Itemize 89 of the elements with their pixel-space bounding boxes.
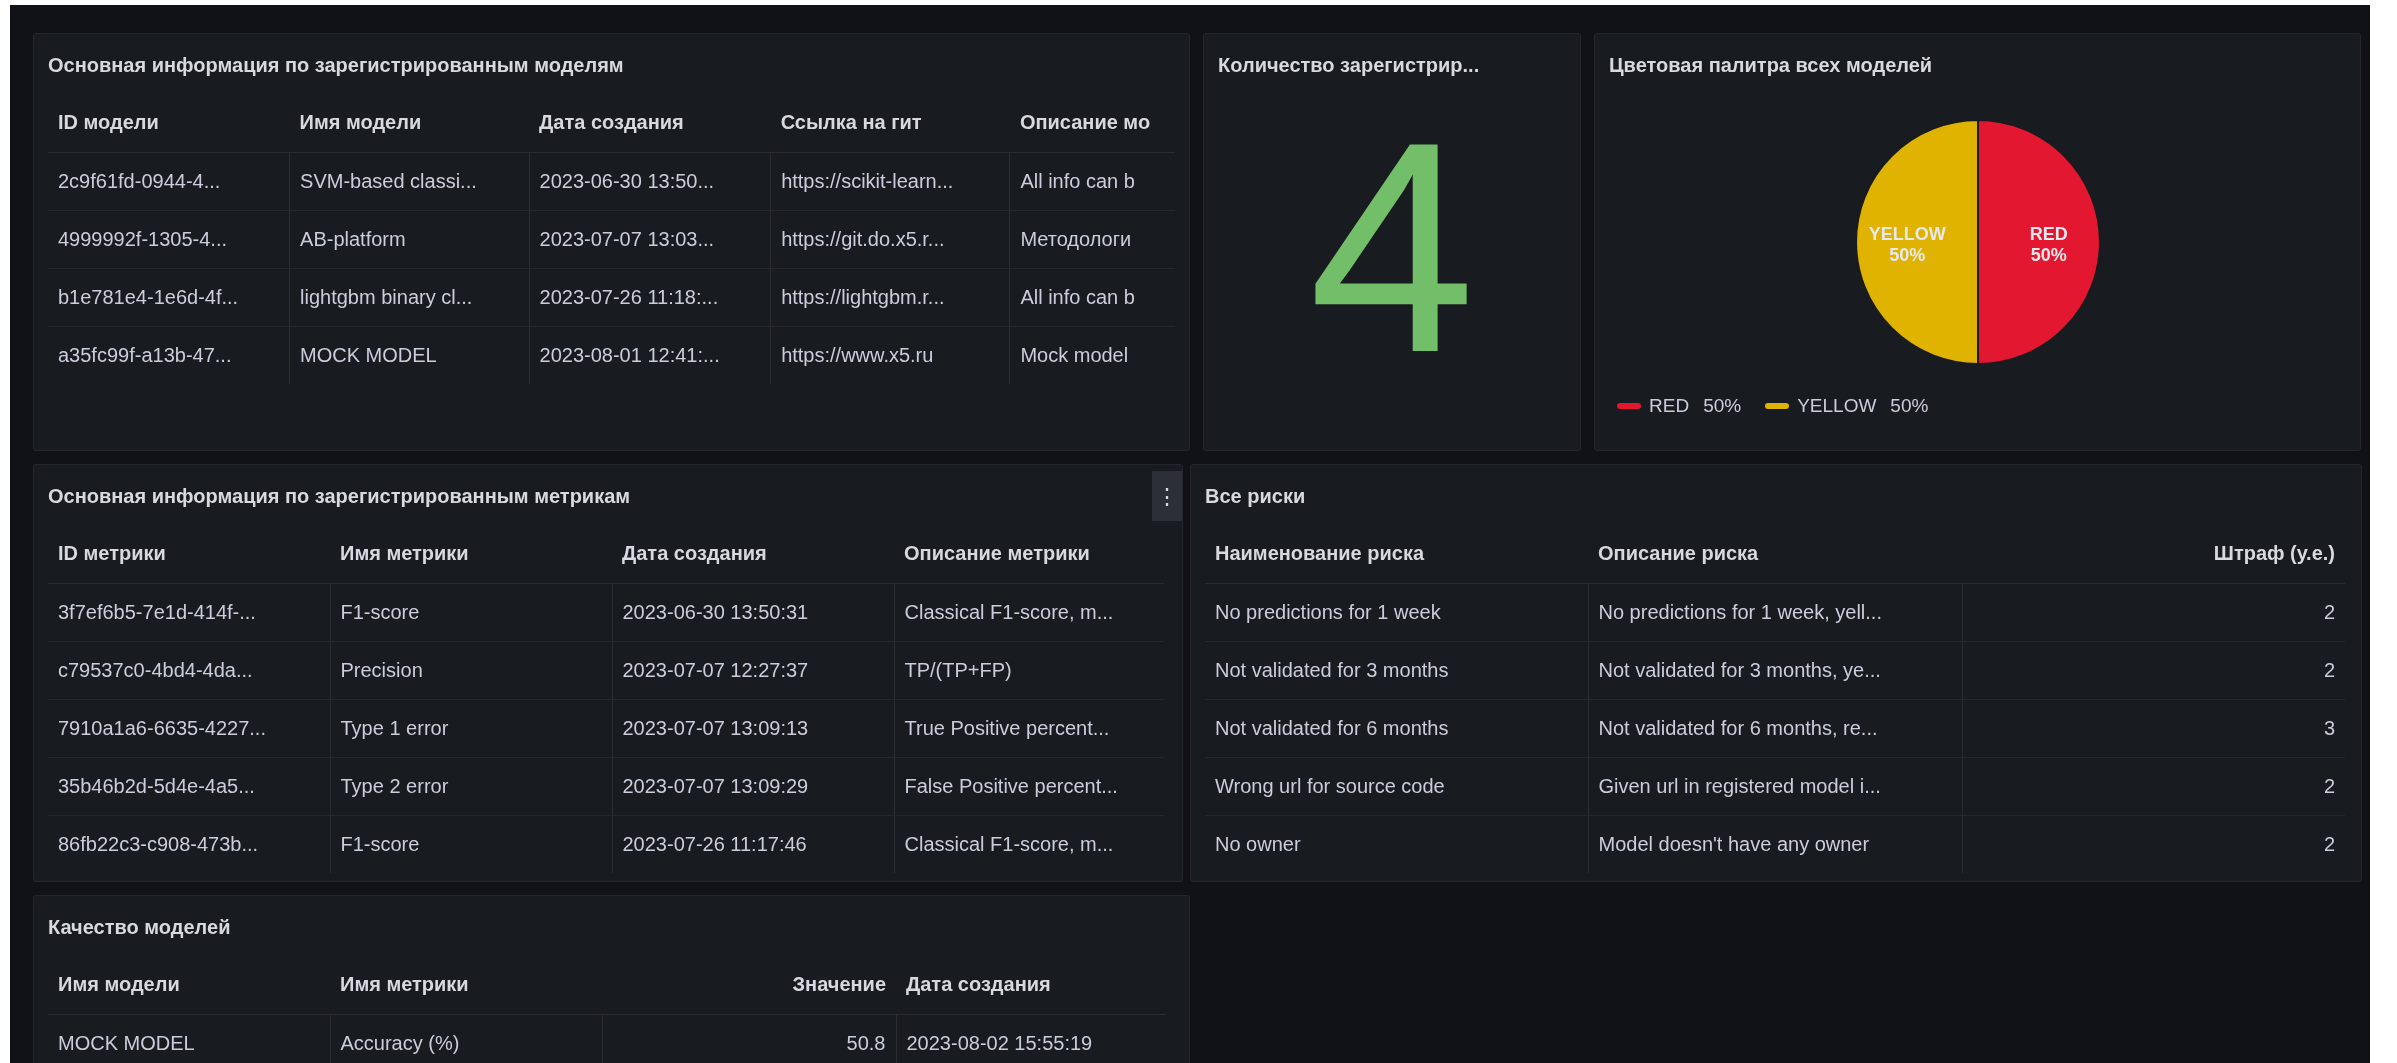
legend-value: 50%: [1703, 394, 1742, 418]
table-cell: 2: [1962, 641, 2345, 699]
column-header: Описание метрики: [894, 523, 1164, 583]
table-cell: No predictions for 1 week: [1205, 583, 1588, 641]
table-cell: 2023-07-26 11:18:...: [529, 268, 771, 326]
column-header: Значение: [602, 954, 896, 1014]
column-header: ID модели: [48, 92, 290, 152]
column-header: Штраф (у.е.): [1962, 523, 2345, 583]
stat-value: 4: [1308, 132, 1476, 362]
table-cell: All info can b: [1009, 152, 1175, 210]
table-cell: lightgbm binary cl...: [289, 268, 530, 326]
legend-value: 50%: [1890, 394, 1929, 418]
table-cell: 2023-08-02 15:55:19: [896, 1014, 1166, 1063]
column-header: Имя метрики: [330, 523, 612, 583]
column-header: ID метрики: [48, 523, 330, 583]
table-cell: 4999992f-1305-4...: [48, 210, 290, 268]
table-cell: https://www.x5.ru: [770, 326, 1010, 384]
table-cell: 3: [1962, 699, 2345, 757]
column-header: Имя метрики: [330, 954, 602, 1014]
column-header: Имя модели: [289, 92, 530, 152]
column-header: Описание мо: [1009, 92, 1175, 152]
table-cell: 2023-06-30 13:50:31: [612, 583, 894, 641]
table-cell: Model doesn't have any owner: [1588, 815, 1962, 873]
column-header: Дата создания: [612, 523, 894, 583]
table-cell: 2: [1962, 583, 2345, 641]
column-header: Дата создания: [896, 954, 1166, 1014]
table-cell: b1e781e4-1e6d-4f...: [48, 268, 290, 326]
table-cell: 2023-07-26 11:17:46: [612, 815, 894, 873]
panel-title: Количество зарегистрир...: [1218, 54, 1480, 76]
table-cell: 86fb22c3-c908-473b...: [48, 815, 330, 873]
panel-title: Цветовая палитра всех моделей: [1609, 54, 1933, 76]
column-header: Описание риска: [1588, 523, 1962, 583]
table-cell: 2023-07-07 13:03...: [529, 210, 771, 268]
legend-label: YELLOW: [1797, 394, 1877, 418]
table-cell: Методологи: [1009, 210, 1175, 268]
table-cell: Wrong url for source code: [1205, 757, 1588, 815]
table-cell: Precision: [330, 641, 612, 699]
panel-title: Качество моделей: [48, 916, 231, 938]
table-cell: Type 2 error: [330, 757, 612, 815]
table-cell: Not validated for 3 months, ye...: [1588, 641, 1962, 699]
table-cell: Not validated for 3 months: [1205, 641, 1588, 699]
table-cell: 50.8: [602, 1014, 896, 1063]
table-cell: F1-score: [330, 815, 612, 873]
panel-menu-button[interactable]: ⋮: [1152, 471, 1182, 521]
table-cell: AB-platform: [289, 210, 530, 268]
slice-label: YELLOW 50%: [1868, 224, 1946, 265]
table-cell: a35fc99f-a13b-47...: [48, 326, 290, 384]
table-cell: Given url in registered model i...: [1588, 757, 1962, 815]
table-cell: 35b46b2d-5d4e-4a5...: [48, 757, 330, 815]
panel-title: Все риски: [1205, 485, 1306, 507]
table-cell: 2c9f61fd-0944-4...: [48, 152, 290, 210]
table-cell: Classical F1-score, m...: [894, 815, 1164, 873]
table-cell: Not validated for 6 months, re...: [1588, 699, 1962, 757]
table-cell: 2023-06-30 13:50...: [529, 152, 771, 210]
slice-label: RED 50%: [2029, 224, 2068, 265]
column-header: Имя модели: [48, 954, 330, 1014]
table-cell: MOCK MODEL: [48, 1014, 330, 1063]
table-cell: Classical F1-score, m...: [894, 583, 1164, 641]
table-cell: https://git.do.x5.r...: [770, 210, 1010, 268]
table-cell: c79537c0-4bd4-4da...: [48, 641, 330, 699]
table-cell: 3f7ef6b5-7e1d-414f-...: [48, 583, 330, 641]
table-cell: False Positive percent...: [894, 757, 1164, 815]
table-cell: https://scikit-learn...: [770, 152, 1010, 210]
table-cell: Not validated for 6 months: [1205, 699, 1588, 757]
table-cell: Type 1 error: [330, 699, 612, 757]
table-cell: MOCK MODEL: [289, 326, 530, 384]
table-cell: No predictions for 1 week, yell...: [1588, 583, 1962, 641]
table-cell: All info can b: [1009, 268, 1175, 326]
panel-title: Основная информация по зарегистрированным метрикам: [48, 485, 631, 507]
table-cell: 2023-08-01 12:41:...: [529, 326, 771, 384]
column-header: Ссылка на гит: [770, 92, 1010, 152]
table-cell: No owner: [1205, 815, 1588, 873]
table-cell: 2: [1962, 757, 2345, 815]
column-header: Наименование риска: [1205, 523, 1588, 583]
column-header: Дата создания: [529, 92, 771, 152]
table-cell: Mock model: [1009, 326, 1175, 384]
legend-label: RED: [1649, 394, 1690, 418]
table-cell: 2: [1962, 815, 2345, 873]
table-cell: True Positive percent...: [894, 699, 1164, 757]
table-cell: 7910a1a6-6635-4227...: [48, 699, 330, 757]
table-cell: F1-score: [330, 583, 612, 641]
panel-title: Основная информация по зарегистрированным моделям: [48, 54, 624, 76]
table-cell: Accuracy (%): [330, 1014, 602, 1063]
table-cell: SVM-based classi...: [289, 152, 530, 210]
table-cell: 2023-07-07 13:09:29: [612, 757, 894, 815]
table-cell: TP/(TP+FP): [894, 641, 1164, 699]
table-cell: https://lightgbm.r...: [770, 268, 1010, 326]
table-cell: 2023-07-07 12:27:37: [612, 641, 894, 699]
table-cell: 2023-07-07 13:09:13: [612, 699, 894, 757]
